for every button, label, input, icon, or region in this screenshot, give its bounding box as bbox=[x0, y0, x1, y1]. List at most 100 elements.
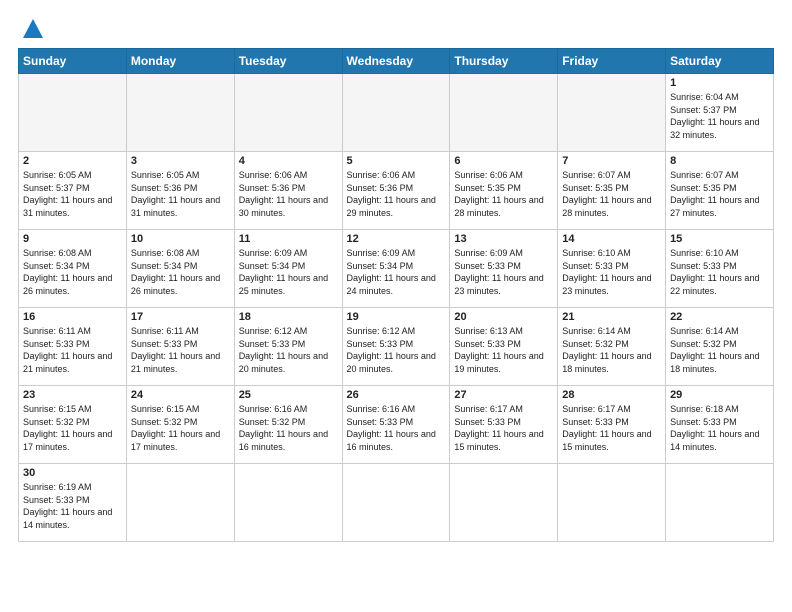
day-number: 18 bbox=[239, 311, 338, 323]
weekday-header-sunday: Sunday bbox=[19, 49, 127, 74]
day-info: Sunrise: 6:09 AM Sunset: 5:34 PM Dayligh… bbox=[239, 247, 338, 297]
calendar-cell bbox=[450, 464, 558, 542]
day-info: Sunrise: 6:06 AM Sunset: 5:36 PM Dayligh… bbox=[347, 169, 446, 219]
day-info: Sunrise: 6:09 AM Sunset: 5:33 PM Dayligh… bbox=[454, 247, 553, 297]
day-info: Sunrise: 6:10 AM Sunset: 5:33 PM Dayligh… bbox=[670, 247, 769, 297]
day-number: 13 bbox=[454, 233, 553, 245]
day-info: Sunrise: 6:06 AM Sunset: 5:36 PM Dayligh… bbox=[239, 169, 338, 219]
day-number: 29 bbox=[670, 389, 769, 401]
day-number: 3 bbox=[131, 155, 230, 167]
logo-area bbox=[18, 18, 44, 40]
day-number: 2 bbox=[23, 155, 122, 167]
logo-icon bbox=[22, 18, 44, 40]
calendar-cell bbox=[342, 74, 450, 152]
day-number: 16 bbox=[23, 311, 122, 323]
day-info: Sunrise: 6:10 AM Sunset: 5:33 PM Dayligh… bbox=[562, 247, 661, 297]
day-number: 10 bbox=[131, 233, 230, 245]
logo-text-row bbox=[18, 18, 44, 40]
calendar-cell bbox=[234, 74, 342, 152]
day-info: Sunrise: 6:07 AM Sunset: 5:35 PM Dayligh… bbox=[562, 169, 661, 219]
calendar-cell: 29Sunrise: 6:18 AM Sunset: 5:33 PM Dayli… bbox=[666, 386, 774, 464]
calendar-cell: 4 Sunrise: 6:06 AM Sunset: 5:36 PM Daylig… bbox=[234, 152, 342, 230]
calendar-cell: 10Sunrise: 6:08 AM Sunset: 5:34 PM Dayli… bbox=[126, 230, 234, 308]
calendar-cell bbox=[450, 74, 558, 152]
calendar-cell: 30 Sunrise: 6:19 AM Sunset: 5:33 PM Dayli… bbox=[19, 464, 127, 542]
calendar-cell: 26Sunrise: 6:16 AM Sunset: 5:33 PM Dayli… bbox=[342, 386, 450, 464]
day-info: Sunrise: 6:17 AM Sunset: 5:33 PM Dayligh… bbox=[562, 403, 661, 453]
calendar-table: SundayMondayTuesdayWednesdayThursdayFrid… bbox=[18, 48, 774, 542]
day-info: Sunrise: 6:08 AM Sunset: 5:34 PM Dayligh… bbox=[23, 247, 122, 297]
day-info: Sunrise: 6:13 AM Sunset: 5:33 PM Dayligh… bbox=[454, 325, 553, 375]
calendar-row-4: 23 Sunrise: 6:15 AM Sunset: 5:32 PM Dayli… bbox=[19, 386, 774, 464]
weekday-header-monday: Monday bbox=[126, 49, 234, 74]
calendar-row-2: 9 Sunrise: 6:08 AM Sunset: 5:34 PM Daylig… bbox=[19, 230, 774, 308]
calendar-cell: 25Sunrise: 6:16 AM Sunset: 5:32 PM Dayli… bbox=[234, 386, 342, 464]
weekday-header-tuesday: Tuesday bbox=[234, 49, 342, 74]
day-number: 5 bbox=[347, 155, 446, 167]
calendar-cell: 23 Sunrise: 6:15 AM Sunset: 5:32 PM Dayli… bbox=[19, 386, 127, 464]
calendar-cell bbox=[342, 464, 450, 542]
calendar-cell: 2 Sunrise: 6:05 AM Sunset: 5:37 PM Daylig… bbox=[19, 152, 127, 230]
day-number: 17 bbox=[131, 311, 230, 323]
weekday-header-friday: Friday bbox=[558, 49, 666, 74]
day-info: Sunrise: 6:19 AM Sunset: 5:33 PM Dayligh… bbox=[23, 481, 122, 531]
calendar-cell: 12 Sunrise: 6:09 AM Sunset: 5:34 PM Dayli… bbox=[342, 230, 450, 308]
day-number: 19 bbox=[347, 311, 446, 323]
calendar-cell: 13 Sunrise: 6:09 AM Sunset: 5:33 PM Dayli… bbox=[450, 230, 558, 308]
day-info: Sunrise: 6:06 AM Sunset: 5:35 PM Dayligh… bbox=[454, 169, 553, 219]
calendar-cell bbox=[666, 464, 774, 542]
calendar-cell: 24Sunrise: 6:15 AM Sunset: 5:32 PM Dayli… bbox=[126, 386, 234, 464]
day-info: Sunrise: 6:07 AM Sunset: 5:35 PM Dayligh… bbox=[670, 169, 769, 219]
day-number: 1 bbox=[670, 77, 769, 89]
day-number: 15 bbox=[670, 233, 769, 245]
day-number: 28 bbox=[562, 389, 661, 401]
day-number: 26 bbox=[347, 389, 446, 401]
calendar-cell: 5 Sunrise: 6:06 AM Sunset: 5:36 PM Daylig… bbox=[342, 152, 450, 230]
day-number: 12 bbox=[347, 233, 446, 245]
calendar-cell bbox=[126, 464, 234, 542]
weekday-header-thursday: Thursday bbox=[450, 49, 558, 74]
calendar-cell: 18 Sunrise: 6:12 AM Sunset: 5:33 PM Dayli… bbox=[234, 308, 342, 386]
day-number: 7 bbox=[562, 155, 661, 167]
day-number: 30 bbox=[23, 467, 122, 479]
calendar-cell: 8 Sunrise: 6:07 AM Sunset: 5:35 PM Daylig… bbox=[666, 152, 774, 230]
day-number: 21 bbox=[562, 311, 661, 323]
calendar-cell: 9 Sunrise: 6:08 AM Sunset: 5:34 PM Daylig… bbox=[19, 230, 127, 308]
day-number: 14 bbox=[562, 233, 661, 245]
calendar-cell: 17Sunrise: 6:11 AM Sunset: 5:33 PM Dayli… bbox=[126, 308, 234, 386]
day-number: 4 bbox=[239, 155, 338, 167]
calendar-cell bbox=[234, 464, 342, 542]
calendar-cell: 16 Sunrise: 6:11 AM Sunset: 5:33 PM Dayli… bbox=[19, 308, 127, 386]
page: SundayMondayTuesdayWednesdayThursdayFrid… bbox=[0, 0, 792, 552]
day-info: Sunrise: 6:15 AM Sunset: 5:32 PM Dayligh… bbox=[131, 403, 230, 453]
day-info: Sunrise: 6:11 AM Sunset: 5:33 PM Dayligh… bbox=[23, 325, 122, 375]
day-number: 25 bbox=[239, 389, 338, 401]
calendar-cell: 19 Sunrise: 6:12 AM Sunset: 5:33 PM Dayli… bbox=[342, 308, 450, 386]
calendar-cell bbox=[558, 74, 666, 152]
day-info: Sunrise: 6:09 AM Sunset: 5:34 PM Dayligh… bbox=[347, 247, 446, 297]
day-number: 22 bbox=[670, 311, 769, 323]
weekday-header-saturday: Saturday bbox=[666, 49, 774, 74]
calendar-row-3: 16 Sunrise: 6:11 AM Sunset: 5:33 PM Dayli… bbox=[19, 308, 774, 386]
calendar-row-0: 1 Sunrise: 6:04 AM Sunset: 5:37 PM Daylig… bbox=[19, 74, 774, 152]
day-number: 8 bbox=[670, 155, 769, 167]
day-info: Sunrise: 6:15 AM Sunset: 5:32 PM Dayligh… bbox=[23, 403, 122, 453]
calendar-cell: 3Sunrise: 6:05 AM Sunset: 5:36 PM Daylig… bbox=[126, 152, 234, 230]
day-info: Sunrise: 6:14 AM Sunset: 5:32 PM Dayligh… bbox=[670, 325, 769, 375]
day-number: 23 bbox=[23, 389, 122, 401]
day-number: 20 bbox=[454, 311, 553, 323]
calendar-cell: 27Sunrise: 6:17 AM Sunset: 5:33 PM Dayli… bbox=[450, 386, 558, 464]
day-number: 11 bbox=[239, 233, 338, 245]
calendar-cell: 22 Sunrise: 6:14 AM Sunset: 5:32 PM Dayli… bbox=[666, 308, 774, 386]
calendar-row-5: 30 Sunrise: 6:19 AM Sunset: 5:33 PM Dayli… bbox=[19, 464, 774, 542]
day-info: Sunrise: 6:12 AM Sunset: 5:33 PM Dayligh… bbox=[347, 325, 446, 375]
day-number: 9 bbox=[23, 233, 122, 245]
day-info: Sunrise: 6:12 AM Sunset: 5:33 PM Dayligh… bbox=[239, 325, 338, 375]
calendar-cell: 14 Sunrise: 6:10 AM Sunset: 5:33 PM Dayli… bbox=[558, 230, 666, 308]
day-info: Sunrise: 6:05 AM Sunset: 5:37 PM Dayligh… bbox=[23, 169, 122, 219]
calendar-cell bbox=[558, 464, 666, 542]
calendar-cell bbox=[126, 74, 234, 152]
calendar-cell: 15 Sunrise: 6:10 AM Sunset: 5:33 PM Dayli… bbox=[666, 230, 774, 308]
day-info: Sunrise: 6:04 AM Sunset: 5:37 PM Dayligh… bbox=[670, 91, 769, 141]
weekday-header-wednesday: Wednesday bbox=[342, 49, 450, 74]
